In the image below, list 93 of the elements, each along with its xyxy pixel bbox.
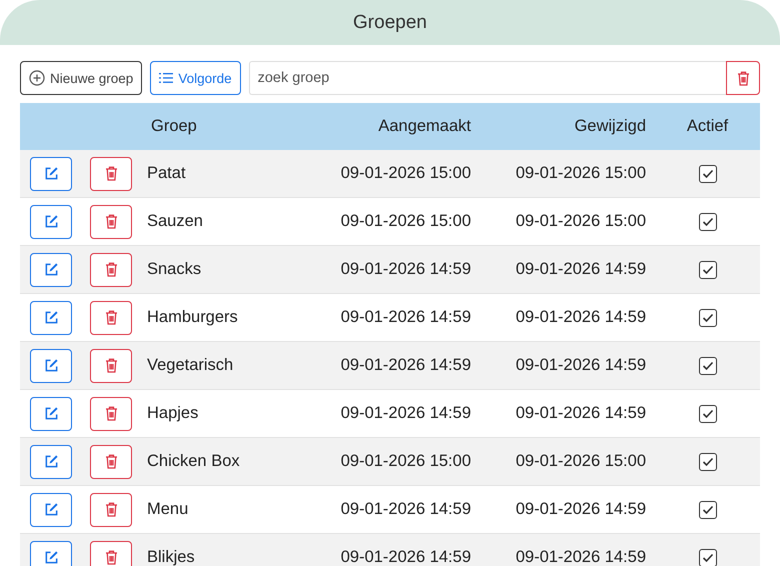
table-cell-text: 09-01-2026 15:00 [340, 452, 472, 471]
table-cell-text: 09-01-2026 14:59 [514, 260, 647, 279]
delete-button[interactable] [90, 348, 132, 382]
table-cell-text: 09-01-2026 15:00 [340, 164, 472, 183]
table-cell-text: 09-01-2026 15:00 [514, 164, 647, 183]
trash-icon [104, 310, 118, 325]
delete-button[interactable] [90, 204, 132, 238]
plus-circle-icon [29, 70, 45, 86]
edit-icon [44, 310, 58, 325]
table-cell-text: Patat [146, 164, 187, 183]
checkmark-icon [702, 216, 714, 226]
list-icon [159, 72, 174, 84]
clear-search-button[interactable] [726, 61, 760, 95]
table-cell-text: 09-01-2026 14:59 [340, 548, 472, 566]
table-cell-text: Blikjes [146, 548, 196, 566]
edit-button[interactable] [30, 540, 72, 566]
active-checkbox[interactable] [698, 260, 716, 278]
delete-button[interactable] [90, 156, 132, 190]
table-cell-text: Snacks [146, 260, 202, 279]
table-cell-text: Hamburgers [146, 308, 239, 327]
trash-icon [736, 70, 750, 86]
delete-button[interactable] [90, 444, 132, 478]
delete-button[interactable] [90, 300, 132, 334]
table-cell-text: Hapjes [146, 404, 200, 423]
search-field[interactable]: zoek groep [248, 61, 726, 95]
edit-icon [44, 214, 58, 229]
page-title: Groepen [353, 12, 427, 34]
edit-icon [44, 454, 58, 469]
edit-button[interactable] [30, 300, 72, 334]
checkmark-icon [702, 312, 714, 322]
table-cell-text: 09-01-2026 14:59 [514, 356, 647, 375]
trash-icon [104, 214, 118, 229]
table-cell-text: 09-01-2026 15:00 [340, 212, 472, 231]
trash-icon [104, 166, 118, 181]
table-cell-text: 09-01-2026 14:59 [514, 308, 647, 327]
edit-button[interactable] [30, 396, 72, 430]
edit-button[interactable] [30, 444, 72, 478]
active-checkbox[interactable] [698, 404, 716, 422]
active-checkbox[interactable] [698, 452, 716, 470]
checkmark-icon [702, 504, 714, 514]
checkmark-icon [702, 360, 714, 370]
new-group-button[interactable]: Nieuwe groep [20, 61, 142, 95]
edit-icon [44, 550, 58, 565]
table-cell-text: 09-01-2026 15:00 [514, 212, 647, 231]
delete-button[interactable] [90, 396, 132, 430]
table-cell-text: 09-01-2026 14:59 [514, 548, 647, 566]
trash-icon [104, 502, 118, 517]
table-cell-text: 09-01-2026 14:59 [340, 404, 472, 423]
table-cell-text: 09-01-2026 14:59 [514, 404, 647, 423]
delete-button[interactable] [90, 540, 132, 566]
edit-button[interactable] [30, 348, 72, 382]
checkmark-icon [702, 408, 714, 418]
table-cell-text: 09-01-2026 14:59 [340, 356, 472, 375]
order-button[interactable]: Volgorde [150, 61, 241, 95]
trash-icon [104, 358, 118, 373]
active-checkbox[interactable] [698, 212, 716, 230]
edit-button[interactable] [30, 492, 72, 526]
trash-icon [104, 550, 118, 565]
trash-icon [104, 454, 118, 469]
delete-button[interactable] [90, 492, 132, 526]
edit-icon [44, 358, 58, 373]
edit-icon [44, 406, 58, 421]
checkmark-icon [702, 264, 714, 274]
table-cell-text: Vegetarisch [146, 356, 234, 375]
edit-icon [44, 262, 58, 277]
active-checkbox[interactable] [698, 308, 716, 326]
active-checkbox[interactable] [698, 548, 716, 566]
column-header: Actief [686, 117, 730, 136]
table-cell-text: 09-01-2026 14:59 [340, 500, 472, 519]
trash-icon [104, 406, 118, 421]
delete-button[interactable] [90, 252, 132, 286]
table-cell-text: Sauzen [146, 212, 204, 231]
column-header: Groep [150, 117, 198, 136]
column-header: Aangemaakt [377, 117, 472, 136]
checkmark-icon [702, 456, 714, 466]
table-cell-text: Chicken Box [146, 452, 241, 471]
checkmark-icon [702, 168, 714, 178]
table-cell-text: 09-01-2026 14:59 [340, 308, 472, 327]
table-cell-text: Menu [146, 500, 190, 519]
edit-icon [44, 502, 58, 517]
table-cell-text: 09-01-2026 14:59 [514, 500, 647, 519]
checkmark-icon [702, 552, 714, 562]
active-checkbox[interactable] [698, 500, 716, 518]
column-header: Gewijzigd [573, 117, 647, 136]
edit-button[interactable] [30, 204, 72, 238]
active-checkbox[interactable] [698, 356, 716, 374]
active-checkbox[interactable] [698, 164, 716, 182]
edit-icon [44, 166, 58, 181]
table-cell-text: 09-01-2026 14:59 [340, 260, 472, 279]
table-cell-text: 09-01-2026 15:00 [514, 452, 647, 471]
edit-button[interactable] [30, 252, 72, 286]
trash-icon [104, 262, 118, 277]
edit-button[interactable] [30, 156, 72, 190]
